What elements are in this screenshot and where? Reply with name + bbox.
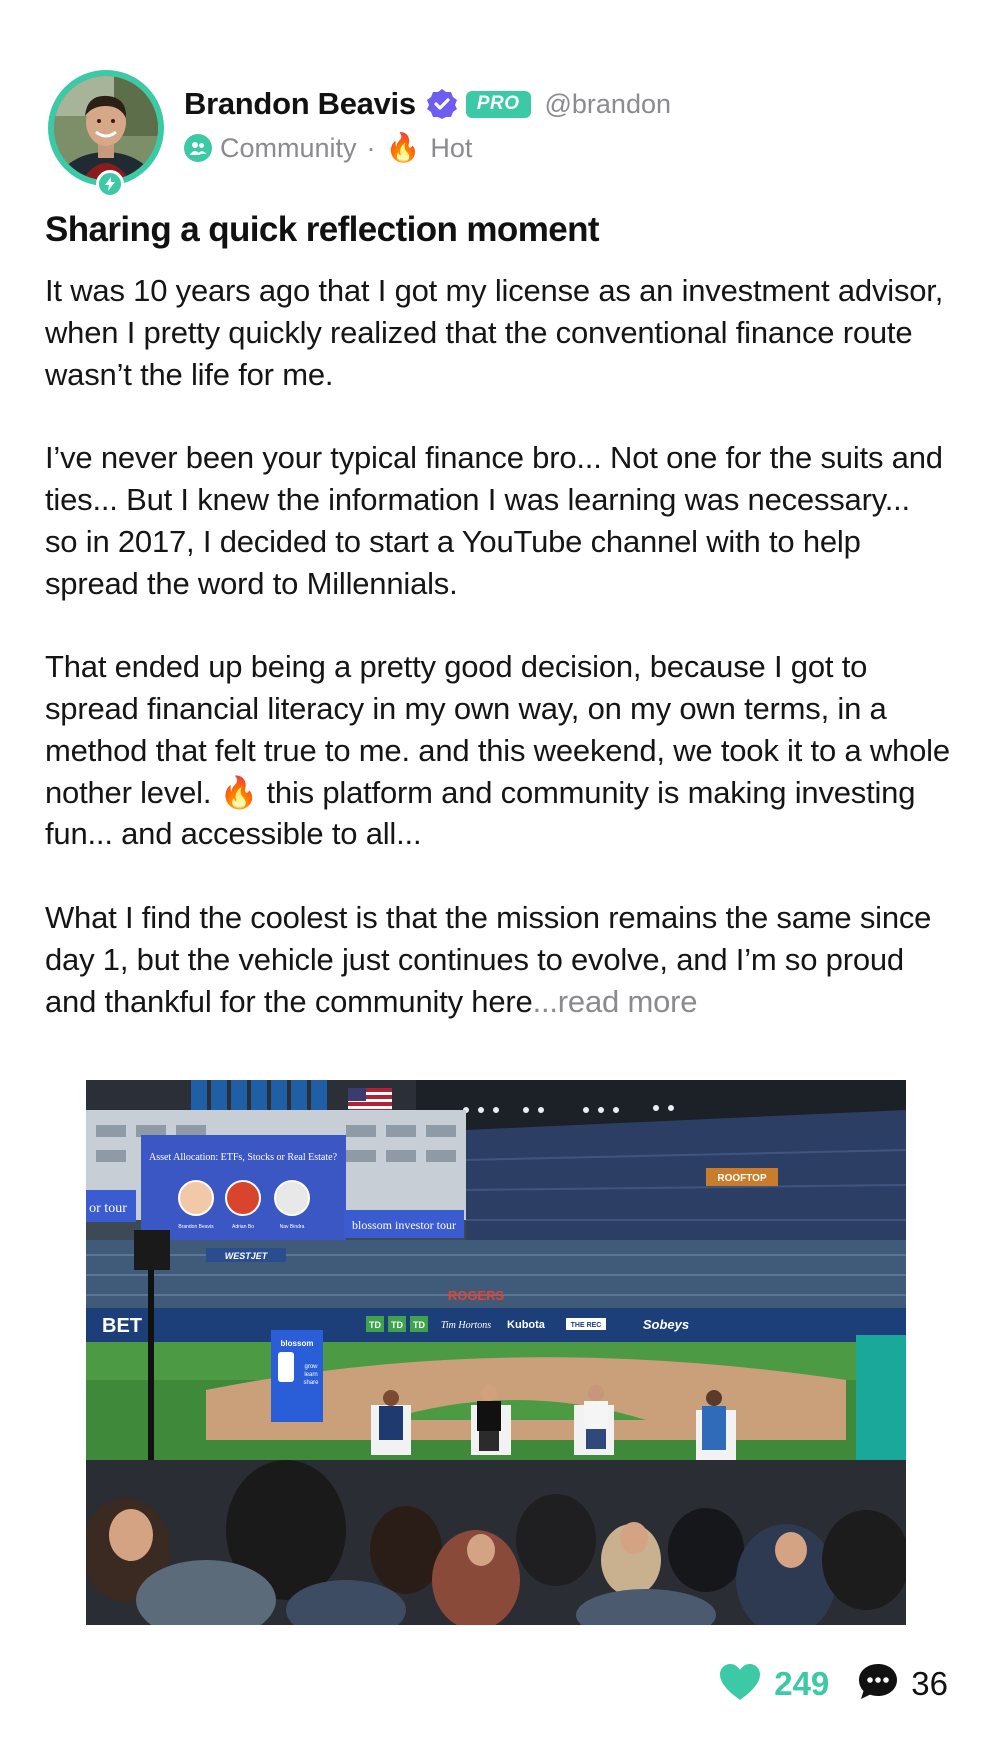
post-paragraph-last: What I find the coolest is that the miss… <box>45 897 950 1022</box>
author-handle[interactable]: @brandon <box>545 89 672 120</box>
banner-line: share <box>303 1380 319 1386</box>
author-name[interactable]: Brandon Beavis <box>184 86 416 122</box>
ad-text: Kubota <box>507 1319 546 1331</box>
post-actions: 249 36 <box>718 1660 948 1708</box>
panelist-name: Nav Bindra <box>280 1224 305 1230</box>
like-count: 249 <box>774 1665 830 1702</box>
avatar-photo <box>54 76 158 180</box>
banner-brand: blossom <box>281 1339 314 1348</box>
pro-badge: PRO <box>465 90 531 118</box>
hot-tag[interactable]: Hot <box>430 133 472 164</box>
comment-bubble-icon <box>857 1662 899 1707</box>
separator-dot: · <box>366 132 376 163</box>
author-meta: Brandon Beavis PRO @brandon Community · … <box>184 84 671 168</box>
ad-text: TD <box>391 1320 403 1330</box>
community-label[interactable]: Community <box>220 133 357 164</box>
tour-sign: blossom investor tour <box>352 1218 456 1232</box>
panelist-name: Brandon Beavis <box>178 1224 214 1230</box>
jumbotron-title: Asset Allocation: ETFs, Stocks or Real E… <box>149 1152 338 1163</box>
ad-text: THE REC <box>571 1322 602 1329</box>
ad-text: Sobeys <box>643 1317 689 1332</box>
post-paragraph: That ended up being a pretty good decisi… <box>45 649 950 852</box>
rogers-sign: ROGERS <box>448 1288 505 1303</box>
banner-line: grow <box>304 1364 318 1370</box>
post-paragraph-text: What I find the coolest is that the miss… <box>45 899 932 1019</box>
bet-sign: BET <box>102 1315 142 1337</box>
ad-text: TD <box>369 1320 381 1330</box>
fire-icon: 🔥 <box>385 132 421 163</box>
heart-icon <box>718 1662 762 1707</box>
ad-text: TD <box>413 1320 425 1330</box>
post-paragraph: It was 10 years ago that I got my licens… <box>45 273 944 392</box>
post-card: Brandon Beavis PRO @brandon Community · … <box>0 0 992 1749</box>
avatar[interactable] <box>48 70 164 198</box>
post-paragraph: I’ve never been your typical finance bro… <box>45 440 943 601</box>
author-header: Brandon Beavis PRO @brandon Community · … <box>48 70 671 198</box>
ad-text: Tim Hortons <box>441 1320 491 1331</box>
comment-button[interactable]: 36 <box>857 1662 948 1707</box>
post-title: Sharing a quick reflection moment <box>45 210 600 249</box>
rooftop-sign: ROOFTOP <box>717 1173 767 1184</box>
verified-check-icon <box>426 88 458 120</box>
comment-count: 36 <box>911 1665 948 1702</box>
post-body: It was 10 years ago that I got my licens… <box>45 270 950 1064</box>
banner-line: learn <box>304 1372 317 1378</box>
like-button[interactable]: 249 <box>718 1662 829 1707</box>
tour-sign-left: or tour <box>89 1201 127 1216</box>
community-icon <box>184 134 212 162</box>
post-photo[interactable]: ROOFTOP Asset Allocation: ETFs, Stocks o… <box>86 1080 906 1625</box>
lightning-icon <box>96 170 124 198</box>
westjet-sign: WESTJET <box>225 1251 269 1261</box>
panelist-name: Adrian Bo <box>232 1224 254 1230</box>
read-more-link[interactable]: ...read more <box>533 984 698 1019</box>
